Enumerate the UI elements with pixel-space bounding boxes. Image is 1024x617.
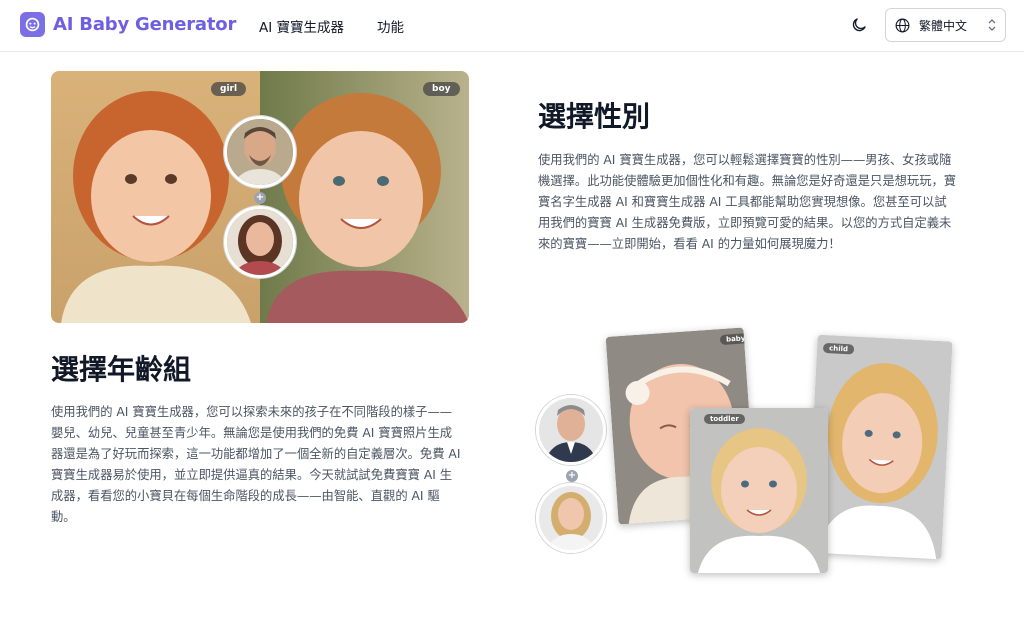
gender-example-image: girl boy + — [51, 71, 469, 323]
logo-text: AI Baby Generator — [53, 14, 237, 35]
gender-section-title: 選擇性別 — [538, 100, 651, 133]
theme-toggle-button[interactable] — [848, 14, 870, 36]
mother-avatar-age — [536, 483, 606, 553]
logo-icon — [20, 12, 45, 37]
logo[interactable]: AI Baby Generator — [20, 12, 236, 37]
tag-toddler: toddler — [704, 414, 745, 424]
language-label: 繁體中文 — [919, 18, 968, 33]
father-avatar — [224, 116, 296, 188]
mother-avatar — [224, 206, 296, 278]
father-avatar-age — [536, 395, 606, 465]
plus-icon-age: + — [566, 470, 578, 482]
globe-icon — [895, 18, 910, 32]
tag-child: child — [822, 342, 855, 355]
moon-icon — [852, 18, 866, 32]
top-navbar: AI Baby Generator AI 寶寶生成器 功能 繁體中文 — [0, 0, 1024, 52]
tag-boy: boy — [423, 82, 460, 96]
age-section-title: 選擇年齡組 — [51, 353, 192, 386]
plus-icon: + — [254, 192, 266, 204]
toddler-photo-card: toddler — [690, 408, 828, 573]
tag-girl: girl — [211, 82, 247, 96]
nav-link-baby-generator[interactable]: AI 寶寶生成器 — [259, 16, 344, 36]
age-section-body: 使用我們的 AI 寶寶生成器，您可以探索未來的孩子在不同階段的樣子——嬰兒、幼兒… — [51, 405, 461, 524]
chevron-up-down-icon — [988, 19, 996, 31]
gender-section-body: 使用我們的 AI 寶寶生成器，您可以輕鬆選擇寶寶的性別——男孩、女孩或隨機選擇。… — [538, 153, 957, 251]
tag-baby: baby — [719, 332, 752, 346]
nav-link-features[interactable]: 功能 — [377, 16, 404, 36]
language-select[interactable]: 繁體中文 — [885, 8, 1006, 42]
child-photo-card: child — [806, 334, 953, 560]
